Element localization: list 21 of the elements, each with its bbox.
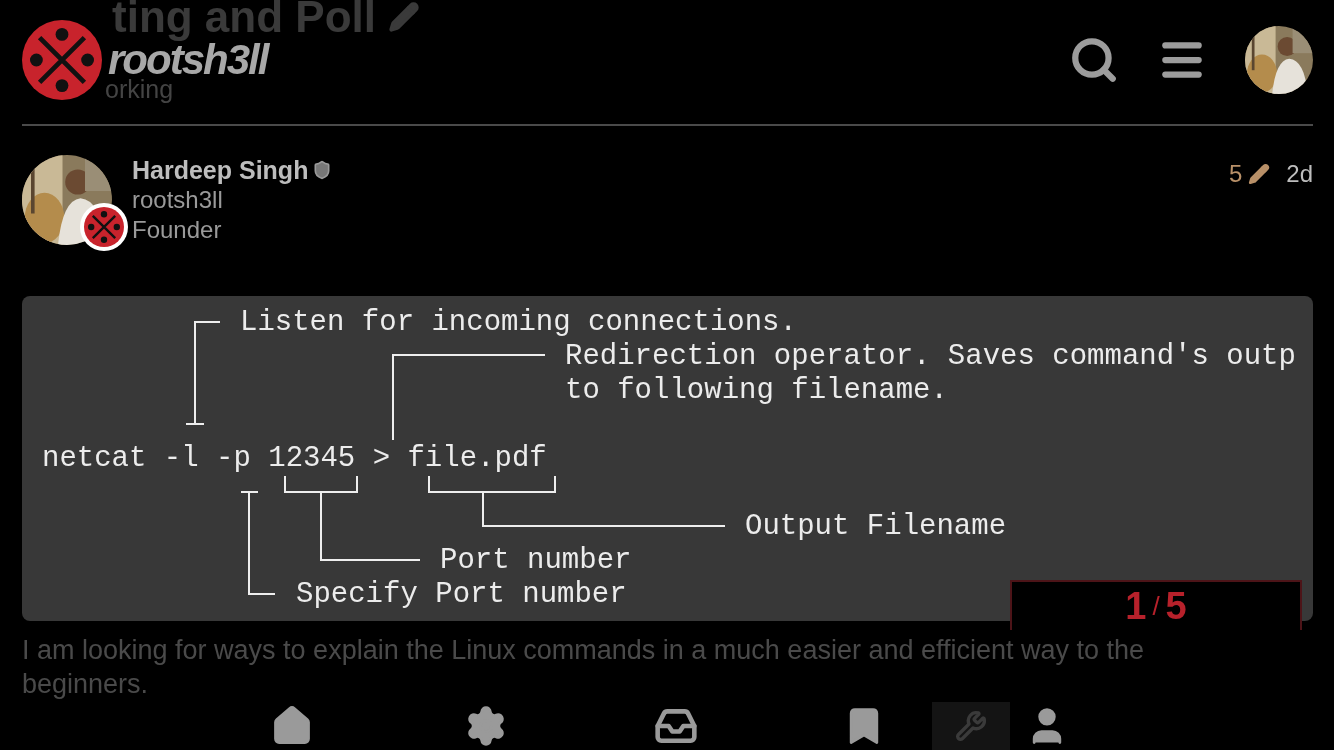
user-title: Founder — [132, 215, 223, 245]
topic-title: ting and Poll — [112, 0, 376, 43]
annotation-text: Redirection operator. Saves command's outp — [565, 340, 1296, 374]
total-post-count: 5 — [1165, 584, 1187, 628]
username: rootsh3ll — [132, 185, 224, 215]
annotation-text: Listen for incoming connections. — [240, 306, 797, 340]
annotation-text: Specify Port number — [296, 578, 627, 612]
wrench-icon — [955, 710, 987, 742]
command-text: netcat -l -p 12345 > file.pdf — [42, 442, 547, 476]
annotation-text: Port number — [440, 544, 632, 578]
annotation-text: Output Filename — [745, 510, 1007, 544]
author-name[interactable]: Hardeep Singh — [132, 155, 309, 185]
post-body: I am looking for ways to explain the Linux commands in a much easier and efficient way to the beginners. — [22, 634, 1146, 701]
current-post-number: 1 — [1125, 584, 1147, 628]
shield-icon — [312, 160, 333, 180]
pencil-icon[interactable] — [1248, 163, 1271, 185]
logo-icon — [22, 19, 102, 100]
post-age: 2d — [1286, 160, 1313, 188]
separator: / — [1152, 590, 1160, 622]
annotation-text: to following filename. — [565, 374, 948, 408]
edit-count[interactable]: 5 — [1228, 160, 1243, 188]
